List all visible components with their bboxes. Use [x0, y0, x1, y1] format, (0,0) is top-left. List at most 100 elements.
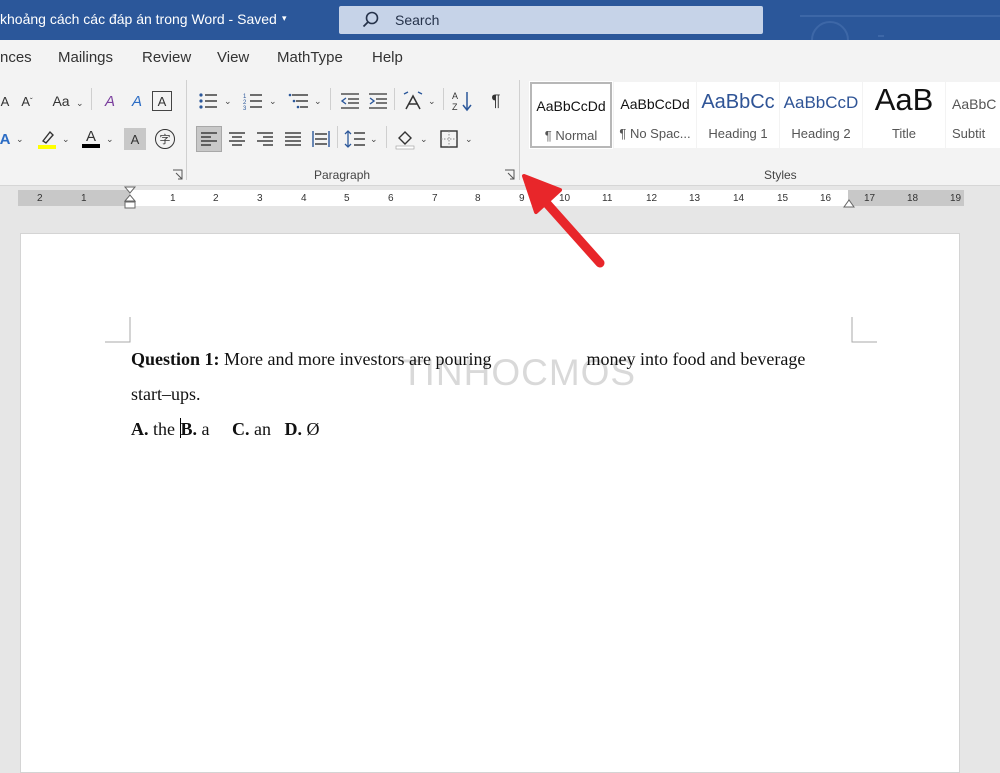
decrease-indent-button[interactable]: [337, 88, 363, 114]
divider: [443, 88, 444, 110]
paint-bucket-icon: [395, 131, 415, 150]
phonetic-guide-button[interactable]: A: [124, 88, 150, 114]
enclose-characters-button[interactable]: 字: [152, 126, 178, 152]
paragraph-group-label: Paragraph: [314, 168, 371, 182]
tab-mathtype[interactable]: MathType: [277, 49, 343, 66]
enclose-characters-label: 字: [155, 129, 175, 149]
style-normal[interactable]: AaBbCcDd ¶ Normal: [529, 81, 613, 149]
asian-layout-button[interactable]: [400, 88, 426, 114]
chevron-down-icon[interactable]: ⌄: [269, 96, 277, 107]
chevron-down-icon[interactable]: ⌄: [370, 134, 378, 145]
tab-references[interactable]: nces: [0, 49, 32, 66]
tab-help[interactable]: Help: [372, 49, 403, 66]
shrink-font-button[interactable]: Aˇ: [14, 88, 40, 114]
ruler-number: 15: [777, 193, 789, 204]
tab-view[interactable]: View: [217, 49, 249, 66]
numbering-button[interactable]: 123: [240, 88, 266, 114]
bullets-button[interactable]: [195, 88, 221, 114]
grow-font-label: A: [0, 93, 10, 109]
style-no-spacing[interactable]: AaBbCcDd ¶ No Spac...: [614, 82, 696, 148]
clear-formatting-button[interactable]: A: [97, 88, 123, 114]
options-paragraph[interactable]: A. the B. a C. an D. Ø: [131, 412, 811, 447]
margin-corner-mark: [851, 317, 877, 343]
numbering-icon: 123: [243, 94, 262, 112]
option-a-label: A.: [131, 419, 149, 439]
increase-indent-button[interactable]: [365, 88, 391, 114]
search-box[interactable]: Search: [339, 6, 763, 34]
ruler-number: 1: [81, 193, 87, 204]
align-right-button[interactable]: [252, 126, 278, 152]
ruler-number: 16: [820, 193, 832, 204]
style-sample: AaBbCcDd: [620, 96, 690, 112]
chevron-down-icon[interactable]: ▾: [282, 13, 287, 24]
justify-button[interactable]: [280, 126, 306, 152]
document-page[interactable]: TINHOCMOS Question 1: More and more inve…: [20, 233, 960, 773]
line-spacing-button[interactable]: [342, 126, 368, 152]
show-formatting-marks-button[interactable]: ¶: [483, 88, 509, 114]
shrink-font-label: A: [21, 93, 30, 109]
shading-button[interactable]: [392, 126, 418, 152]
font-color-label: A: [85, 128, 96, 145]
ruler-number: 2: [213, 193, 219, 204]
chevron-down-icon[interactable]: ⌄: [428, 96, 436, 107]
style-sample: AaB: [874, 82, 934, 117]
sort-button[interactable]: A Z: [449, 88, 475, 114]
title-bar: khoảng cách các đáp án trong Word - Save…: [0, 0, 1000, 40]
style-subtitle[interactable]: AaBbC Subtit: [946, 82, 1000, 148]
distributed-button[interactable]: [308, 126, 334, 152]
divider: [394, 88, 395, 110]
multilevel-list-button[interactable]: [286, 88, 312, 114]
ribbon: A Aˇ Aa ⌄ A A A A ⌄ ⌄ A ⌄ A 字 ⌄ 123 ⌄ ⌄ …: [0, 76, 1000, 186]
style-sample: AaBbCcDd: [536, 98, 606, 114]
indent-marker-icon[interactable]: [122, 186, 138, 212]
change-case-label: Aa: [52, 93, 70, 109]
ruler-number: 17: [864, 193, 876, 204]
style-name: ¶ No Spac...: [619, 126, 691, 141]
ruler-number: 1: [170, 193, 176, 204]
style-heading-1[interactable]: AaBbCc Heading 1: [697, 82, 779, 148]
character-shading-button[interactable]: A: [124, 128, 146, 150]
svg-text:3: 3: [243, 106, 247, 112]
decrease-indent-icon: [340, 93, 359, 109]
titlebar-decoration: [800, 15, 1000, 40]
ruler-number: 6: [388, 193, 394, 204]
question-label: Question 1:: [131, 349, 220, 369]
chevron-down-icon[interactable]: ⌄: [465, 134, 473, 145]
group-divider: [186, 80, 187, 180]
chevron-down-icon[interactable]: ⌄: [314, 96, 322, 107]
option-d-text: Ø: [302, 419, 320, 439]
chevron-down-icon[interactable]: ⌄: [76, 98, 84, 109]
chevron-down-icon[interactable]: ⌄: [106, 134, 114, 145]
style-title[interactable]: AaB Title: [863, 82, 945, 148]
chevron-down-icon[interactable]: ⌄: [16, 134, 24, 145]
search-input[interactable]: Search: [395, 12, 439, 28]
option-c-text: an: [249, 419, 272, 439]
pilcrow-icon: ¶: [491, 91, 501, 110]
launcher-icon: [173, 169, 183, 180]
document-title[interactable]: khoảng cách các đáp án trong Word - Save…: [0, 11, 277, 27]
document-body[interactable]: Question 1: More and more investors are …: [131, 342, 811, 447]
align-left-button[interactable]: [196, 126, 222, 152]
ruler-number: 2: [37, 193, 43, 204]
highlight-color-button[interactable]: [34, 126, 60, 152]
font-color-button[interactable]: A: [78, 126, 104, 152]
horizontal-ruler[interactable]: 2 1 1 2 3 4 5 6 7 8 9 10 11 12 13 14 15 …: [18, 186, 964, 209]
margin-corner-mark: [105, 317, 131, 343]
align-center-button[interactable]: [224, 126, 250, 152]
character-border-button[interactable]: A: [152, 91, 172, 111]
style-heading-2[interactable]: AaBbCcD Heading 2: [780, 82, 862, 148]
bullets-icon: [199, 93, 217, 109]
font-dialog-launcher-icon[interactable]: [172, 169, 183, 180]
tab-review[interactable]: Review: [142, 49, 191, 66]
tab-mailings[interactable]: Mailings: [58, 49, 113, 66]
question-paragraph[interactable]: Question 1: More and more investors are …: [131, 342, 811, 412]
chevron-down-icon[interactable]: ⌄: [62, 134, 70, 145]
borders-button[interactable]: [436, 126, 462, 152]
clear-formatting-label: A: [104, 92, 115, 110]
right-indent-marker-icon[interactable]: [843, 196, 855, 208]
chevron-down-icon[interactable]: ⌄: [224, 96, 232, 107]
chevron-down-icon[interactable]: ⌄: [420, 134, 428, 145]
font-color-swatch: [82, 144, 100, 148]
highlighter-icon: [38, 130, 56, 149]
change-case-button[interactable]: Aa: [46, 88, 76, 114]
